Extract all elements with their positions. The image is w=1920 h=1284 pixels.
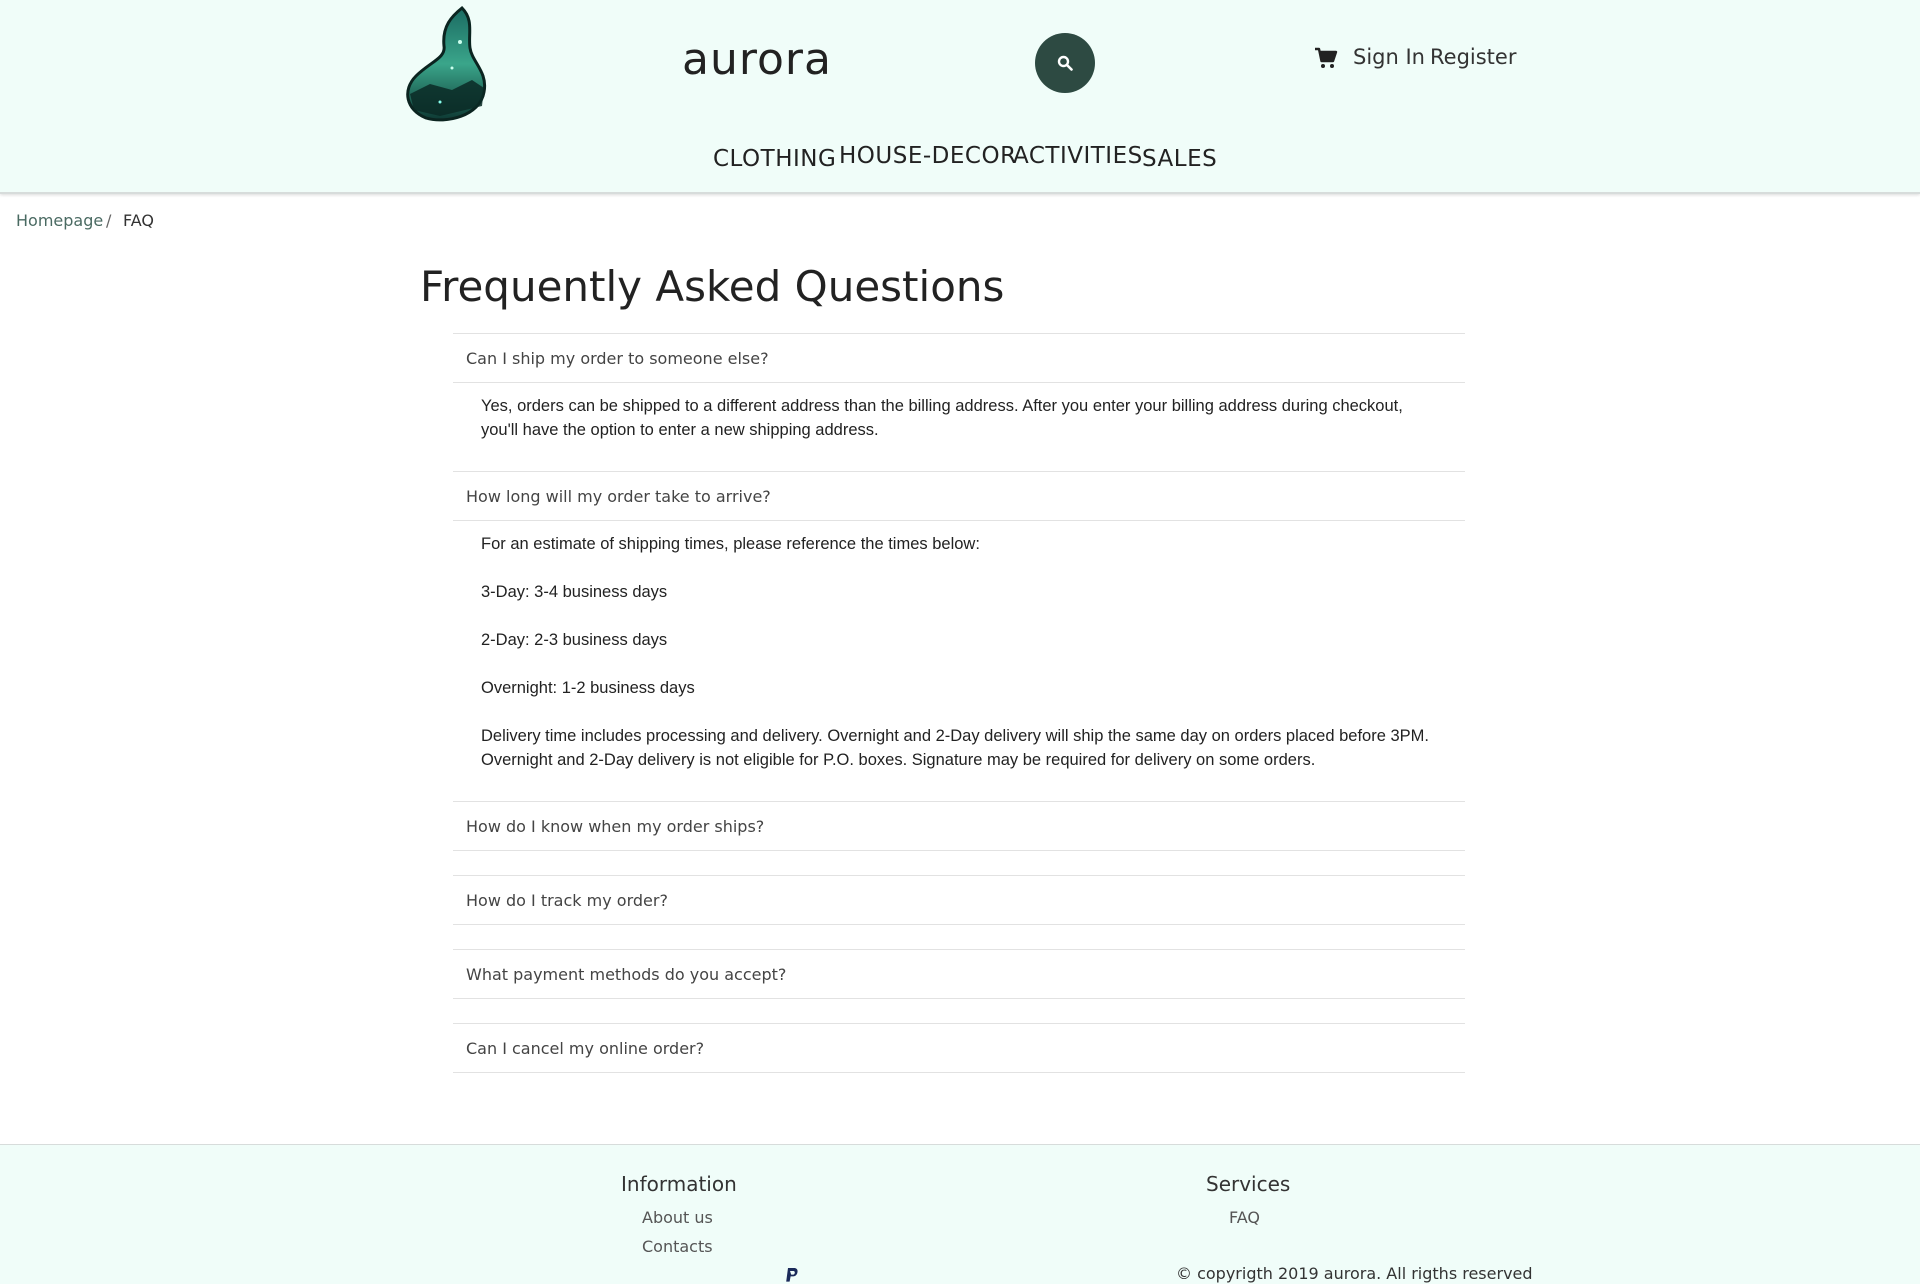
site-header: aurora Sign In Register CLOTHING HOUSE-D…: [0, 0, 1920, 194]
faq-question-label: What payment methods do you accept?: [466, 965, 787, 984]
faq-answer-line: Delivery time includes processing and de…: [481, 727, 1429, 769]
faq-question-label: How long will my order take to arrive?: [466, 487, 771, 506]
faq-question-label: Can I ship my order to someone else?: [466, 349, 769, 368]
search-icon: [1057, 55, 1073, 71]
faq-answer-line: 3-Day: 3-4 business days: [481, 583, 668, 601]
footer-faq-link[interactable]: FAQ: [1229, 1208, 1260, 1227]
faq-question[interactable]: How long will my order take to arrive?: [453, 471, 1465, 521]
faq-answer-line: Overnight: 1-2 business days: [481, 679, 695, 697]
sign-in-link[interactable]: Sign In: [1353, 45, 1425, 69]
faq-question-label: Can I cancel my online order?: [466, 1039, 705, 1058]
faq-answer-line: 2-Day: 2-3 business days: [481, 631, 668, 649]
search-button[interactable]: [1035, 33, 1095, 93]
footer-services-heading: Services: [1206, 1172, 1291, 1196]
register-link[interactable]: Register: [1430, 45, 1516, 69]
nav-item-house-decor[interactable]: HOUSE-DECOR: [839, 143, 1017, 169]
footer-contacts-link[interactable]: Contacts: [642, 1237, 713, 1256]
breadcrumb-separator: /: [106, 211, 112, 230]
faq-question[interactable]: Can I ship my order to someone else?: [453, 333, 1465, 383]
paypal-icon[interactable]: [785, 1267, 799, 1283]
page-title: Frequently Asked Questions: [420, 262, 1005, 311]
faq-question-label: How do I know when my order ships?: [466, 817, 765, 836]
aurora-logo[interactable]: [400, 6, 490, 122]
breadcrumb-current: FAQ: [123, 211, 154, 230]
copyright-text: © copyrigth 2019 aurora. All rigths rese…: [1176, 1264, 1533, 1283]
nav-item-sales[interactable]: SALES: [1142, 146, 1217, 172]
faq-answer: Yes, orders can be shipped to a differen…: [481, 397, 1403, 439]
breadcrumb-home-link[interactable]: Homepage: [16, 211, 103, 230]
faq-question[interactable]: How do I know when my order ships?: [453, 801, 1465, 851]
nav-item-activities[interactable]: ACTIVITIES: [1013, 143, 1143, 169]
nav-item-clothing[interactable]: CLOTHING: [713, 146, 836, 172]
faq-question[interactable]: What payment methods do you accept?: [453, 949, 1465, 999]
faq-question[interactable]: How do I track my order?: [453, 875, 1465, 925]
faq-answer-line: For an estimate of shipping times, pleas…: [481, 535, 980, 553]
footer-information-heading: Information: [621, 1172, 737, 1196]
brand-name[interactable]: aurora: [682, 34, 832, 85]
cart-icon[interactable]: [1314, 46, 1338, 70]
site-footer: Information About us Contacts Services F…: [0, 1144, 1920, 1284]
faq-question-label: How do I track my order?: [466, 891, 668, 910]
faq-question[interactable]: Can I cancel my online order?: [453, 1023, 1465, 1073]
footer-about-link[interactable]: About us: [642, 1208, 713, 1227]
